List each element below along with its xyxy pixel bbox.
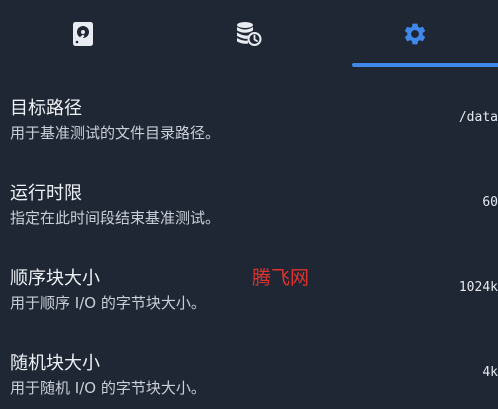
tab-bar (0, 0, 498, 68)
setting-description: 用于顺序 I/O 的字节块大小。 (10, 294, 206, 312)
setting-value: 4k (482, 365, 498, 380)
setting-value: /data (458, 110, 498, 125)
setting-title: 运行时限 (10, 183, 82, 204)
setting-value: 60 (482, 195, 498, 210)
tab-settings[interactable] (332, 0, 498, 68)
tab-database[interactable] (166, 0, 332, 68)
setting-description: 用于基准测试的文件目录路径。 (10, 124, 221, 142)
watermark-text: 腾飞网 (252, 267, 310, 289)
disk-icon (72, 21, 94, 47)
app-window: 目标路径 用于基准测试的文件目录路径。 /data 运行时限 指定在此时间段结束… (0, 0, 498, 409)
setting-random-block-size[interactable]: 随机块大小 用于随机 I/O 的字节块大小。 4k (0, 323, 498, 408)
setting-target-path[interactable]: 目标路径 用于基准测试的文件目录路径。 /data (0, 68, 498, 153)
setting-description: 用于随机 I/O 的字节块大小。 (10, 379, 206, 397)
setting-title: 目标路径 (10, 98, 82, 119)
setting-description: 指定在此时间段结束基准测试。 (10, 209, 221, 227)
setting-value: 1024k (458, 280, 498, 295)
setting-title: 顺序块大小 (10, 268, 100, 289)
tab-disk[interactable] (0, 0, 166, 68)
database-clock-icon (236, 21, 262, 47)
setting-sequential-block-size[interactable]: 顺序块大小 用于顺序 I/O 的字节块大小。 1024k (0, 238, 498, 323)
setting-run-time-limit[interactable]: 运行时限 指定在此时间段结束基准测试。 60 (0, 153, 498, 238)
active-tab-indicator (352, 63, 498, 67)
setting-title: 随机块大小 (10, 353, 100, 374)
gear-icon (402, 21, 428, 47)
